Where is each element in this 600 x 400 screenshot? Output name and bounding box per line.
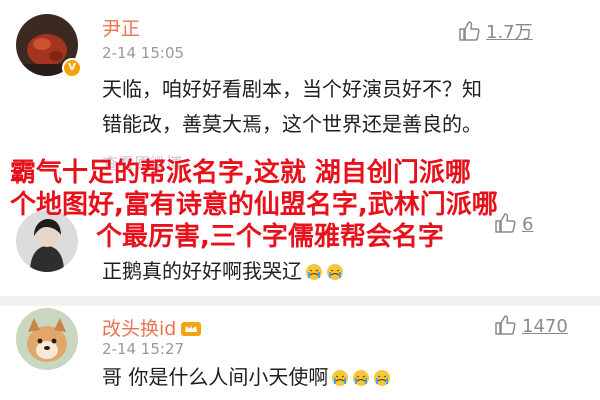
verified-badge-icon: V (62, 58, 82, 78)
crying-emoji-icon (305, 257, 323, 280)
avatar[interactable] (16, 308, 78, 370)
like-count: 1.7万 (486, 22, 533, 43)
overlay-caption: 霸气十足的帮派名字,这就 湖自创门派哪 个地图好,富有诗意的仙盟名字,武林门派哪… (10, 156, 498, 252)
crying-emoji-icon (331, 363, 349, 386)
comment-username[interactable]: 改头换id (102, 314, 202, 341)
overlay-line: 霸气十足的帮派名字,这就 湖自创门派哪 (10, 158, 471, 188)
comment-text: 正鹅真的好好啊我哭辽 (102, 254, 344, 289)
comment-text-line: 错能改，善莫大焉，这个世界还是善良的。 (102, 112, 482, 136)
thumbs-up-icon (495, 315, 516, 335)
overlay-line: 个最厉害,三个字儒雅帮会名字 (96, 222, 444, 252)
like-count: 6 (522, 214, 534, 235)
comment-text: 哥 你是什么人间小天使啊 (102, 360, 391, 395)
comment-timestamp: 2-14 15:27 (102, 340, 185, 358)
comment-text-line: 天临，咱好好看剧本，当个好演员好不？知 (102, 77, 482, 101)
like-button[interactable]: 6 (494, 212, 533, 240)
comment-text: 天临，咱好好看剧本，当个好演员好不？知 错能改，善莫大焉，这个世界还是善良的。 (102, 72, 482, 142)
weibo-comment-screenshot: V 尹正 2-14 15:05 1.7万 天临，咱好好看剧本，当个好演员好不？知… (0, 0, 600, 400)
comment-item: 改头换id 2-14 15:27 1470 哥 你是什么人间小天使啊 (0, 302, 600, 400)
like-button[interactable]: 1470 (494, 314, 568, 342)
like-count: 1470 (522, 316, 568, 337)
crying-emoji-icon (373, 363, 391, 386)
comment-username[interactable]: 尹正 (102, 14, 140, 41)
like-button[interactable]: 1.7万 (458, 18, 533, 46)
vip-crown-icon (180, 320, 202, 337)
thumbs-up-icon (459, 21, 480, 41)
overlay-line: 个地图好,富有诗意的仙盟名字,武林门派哪 (10, 190, 498, 220)
crying-emoji-icon (326, 257, 344, 280)
comment-timestamp: 2-14 15:05 (102, 44, 185, 62)
crying-emoji-icon (352, 363, 370, 386)
